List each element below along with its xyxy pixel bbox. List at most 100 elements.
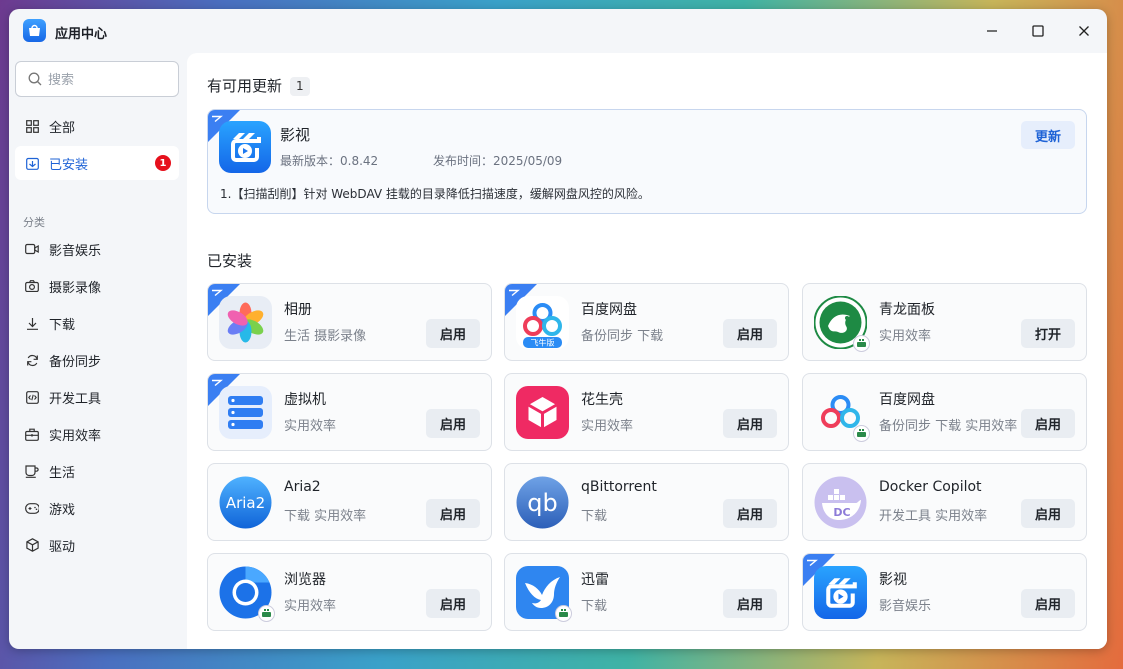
nav-all[interactable]: 全部 — [15, 109, 179, 143]
qb-logo-text: qb — [527, 489, 557, 517]
enable-button[interactable]: 启用 — [723, 319, 777, 348]
enable-button[interactable]: 启用 — [426, 319, 480, 348]
vm-icon — [219, 386, 272, 439]
enable-button[interactable]: 启用 — [723, 589, 777, 618]
nav-category-backup[interactable]: 备份同步 — [15, 343, 179, 377]
app-tags: 开发工具 实用效率 — [879, 509, 988, 524]
enable-button[interactable]: 启用 — [426, 409, 480, 438]
app-card-oray[interactable]: 花生壳 实用效率 启用 — [504, 373, 789, 451]
enable-button[interactable]: 启用 — [426, 589, 480, 618]
app-name: 相册 — [284, 302, 312, 318]
app-card-xunlei[interactable]: 迅雷 下载 启用 — [504, 553, 789, 631]
gamepad-icon — [25, 501, 39, 515]
maximize-button[interactable] — [1028, 21, 1048, 41]
app-name: 影视 — [879, 572, 907, 588]
open-button[interactable]: 打开 — [1021, 319, 1075, 348]
minimize-button[interactable] — [982, 21, 1002, 41]
app-card-baidu-netdisk[interactable]: 飞牛版 百度网盘 备份同步 下载 启用 — [504, 283, 789, 361]
app-name: 浏览器 — [284, 572, 326, 588]
enable-button[interactable]: 启用 — [426, 499, 480, 528]
app-tags: 备份同步 下载 实用效率 — [879, 419, 1018, 434]
aria2-logo-text: Aria2 — [226, 494, 265, 512]
app-name: Aria2 — [284, 479, 321, 495]
oray-icon — [516, 386, 569, 439]
app-name: 迅雷 — [581, 572, 609, 588]
nav-category-label: 影音娱乐 — [49, 243, 102, 259]
main-content: 有可用更新 1 影视 最新版本：0.8.42 发布时间：2025/05/09 1.… — [187, 53, 1107, 649]
app-card-video[interactable]: 影视 影音娱乐 启用 — [802, 553, 1087, 631]
app-card-aria2[interactable]: Aria2 Aria2 下载 实用效率 启用 — [207, 463, 492, 541]
nav-category-media[interactable]: 影音娱乐 — [15, 232, 179, 266]
camera-icon — [25, 279, 39, 293]
app-name: qBittorrent — [581, 479, 657, 495]
browser-icon — [219, 566, 275, 622]
nav-category-games[interactable]: 游戏 — [15, 491, 179, 525]
app-tags: 影音娱乐 — [879, 599, 932, 614]
enable-button[interactable]: 启用 — [723, 409, 777, 438]
nav-category-label: 生活 — [49, 465, 76, 481]
nav-category-label: 备份同步 — [49, 354, 102, 370]
updates-title: 有可用更新 — [207, 77, 283, 95]
title-bar: 应用中心 — [9, 9, 1107, 53]
enable-button[interactable]: 启用 — [1021, 409, 1075, 438]
app-tags: 实用效率 — [581, 419, 634, 434]
app-tags: 备份同步 下载 — [581, 329, 664, 344]
app-card-vm[interactable]: 虚拟机 实用效率 启用 — [207, 373, 492, 451]
enable-button[interactable]: 启用 — [723, 499, 777, 528]
app-tags: 下载 — [581, 509, 608, 524]
docker-copilot-logo-text: DC — [833, 506, 850, 519]
docker-badge-icon — [258, 605, 275, 622]
video-icon — [219, 121, 271, 173]
app-name: 虚拟机 — [284, 392, 326, 408]
window-title: 应用中心 — [55, 27, 108, 42]
update-app-date: 发布时间：2025/05/09 — [433, 154, 563, 168]
nav-category-label: 实用效率 — [49, 428, 102, 444]
app-tags: 下载 — [581, 599, 608, 614]
installed-box-icon — [25, 156, 39, 170]
update-button[interactable]: 更新 — [1021, 121, 1075, 149]
app-card-browser[interactable]: 浏览器 实用效率 启用 — [207, 553, 492, 631]
app-card-docker-copilot[interactable]: DC Docker Copilot 开发工具 实用效率 启用 — [802, 463, 1087, 541]
baidu-netdisk-icon: 飞牛版 — [516, 296, 569, 349]
xunlei-icon — [516, 566, 572, 622]
enable-button[interactable]: 启用 — [1021, 589, 1075, 618]
app-window: 应用中心 全部 已安装 1 分类 影音娱乐 — [9, 9, 1107, 649]
nav-category-label: 游戏 — [49, 502, 76, 518]
nav-category-life[interactable]: 生活 — [15, 454, 179, 488]
badge-text: 飞牛版 — [531, 338, 555, 348]
app-card-qinglong[interactable]: 青龙面板 实用效率 打开 — [802, 283, 1087, 361]
app-name: 花生壳 — [581, 392, 623, 408]
app-tags: 实用效率 — [284, 599, 337, 614]
update-count-badge: 1 — [155, 155, 171, 171]
qinglong-icon — [813, 295, 870, 352]
sidebar: 全部 已安装 1 分类 影音娱乐 摄影录像 下载 备份同步 开发工具 — [9, 53, 187, 649]
nav-category-drivers[interactable]: 驱动 — [15, 528, 179, 562]
search-input[interactable] — [48, 71, 158, 87]
app-name: 百度网盘 — [879, 392, 935, 408]
download-icon — [25, 316, 39, 330]
app-tags: 生活 摄影录像 — [284, 329, 367, 344]
nav-category-label: 下载 — [49, 317, 76, 333]
search-box[interactable] — [15, 61, 179, 97]
toolbox-icon — [25, 427, 39, 441]
nav-category-download[interactable]: 下载 — [15, 306, 179, 340]
app-card-baidu-netdisk-2[interactable]: 百度网盘 备份同步 下载 实用效率 启用 — [802, 373, 1087, 451]
cube-icon — [25, 538, 39, 552]
nav-category-photo[interactable]: 摄影录像 — [15, 269, 179, 303]
video-icon — [814, 566, 867, 619]
close-button[interactable] — [1074, 21, 1094, 41]
code-icon — [25, 390, 39, 404]
nav-installed[interactable]: 已安装 1 — [15, 146, 179, 180]
nav-category-devtools[interactable]: 开发工具 — [15, 380, 179, 414]
enable-button[interactable]: 启用 — [1021, 499, 1075, 528]
update-app-name: 影视 — [280, 126, 311, 144]
app-card-photos[interactable]: 相册 生活 摄影录像 启用 — [207, 283, 492, 361]
nav-category-productivity[interactable]: 实用效率 — [15, 417, 179, 451]
category-label: 分类 — [23, 216, 45, 229]
app-name: 青龙面板 — [879, 302, 935, 318]
nav-installed-label: 已安装 — [49, 157, 89, 173]
update-app-version: 最新版本：0.8.42 — [280, 154, 379, 168]
photos-icon — [219, 296, 272, 349]
app-tags: 下载 实用效率 — [284, 509, 367, 524]
app-card-qbittorrent[interactable]: qb qBittorrent 下载 启用 — [504, 463, 789, 541]
